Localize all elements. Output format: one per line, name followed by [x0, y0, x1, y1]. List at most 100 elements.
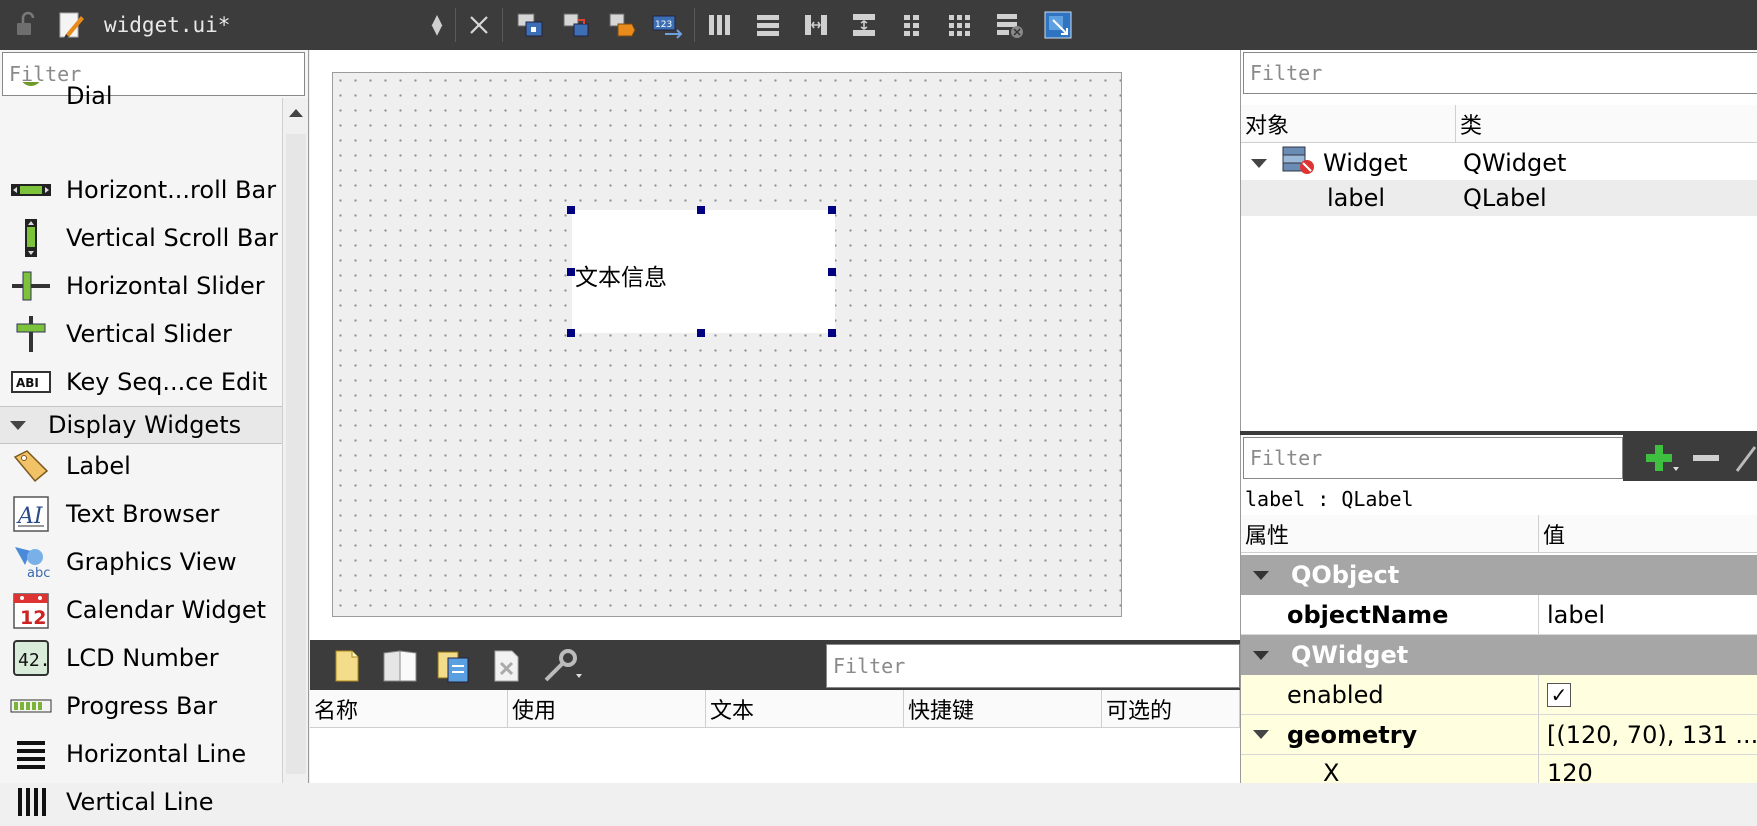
resize-handle-right[interactable] — [828, 268, 836, 276]
widget-item-calendar-widget[interactable]: 12 Calendar Widget — [0, 586, 282, 634]
svg-text:abc: abc — [27, 566, 50, 581]
resize-handle-bottom-left[interactable] — [567, 329, 575, 337]
vertical-line-icon — [8, 784, 54, 820]
x-value-field[interactable]: 120 — [1539, 755, 1757, 783]
remove-property-icon[interactable] — [1689, 441, 1723, 479]
resize-handle-top[interactable] — [697, 206, 705, 214]
svg-text:ABI: ABI — [16, 376, 39, 390]
property-category-qwidget[interactable]: QWidget — [1241, 635, 1757, 675]
geometry-value-field[interactable]: [(120, 70), 131 ... — [1539, 715, 1757, 755]
layout-horizontal-icon[interactable] — [702, 10, 738, 40]
copy-action-icon[interactable] — [380, 648, 420, 688]
edit-signals-slots-icon[interactable] — [556, 10, 596, 40]
label-text: 文本信息 — [575, 265, 667, 291]
close-file-icon[interactable] — [464, 10, 494, 40]
property-editor-panel: Filter label : QLabel 属性 值 QObject objec… — [1240, 435, 1757, 783]
file-switch-arrows-icon[interactable]: ▲ ▼ — [426, 10, 448, 40]
column-header-checkable[interactable]: 可选的 — [1102, 690, 1240, 728]
widget-box-scrollbar[interactable] — [282, 98, 308, 783]
action-filter-input[interactable]: Filter — [826, 644, 1240, 688]
action-editor-toolbar: Filter — [310, 640, 1240, 690]
property-row-x[interactable]: X 120 — [1241, 755, 1757, 783]
widget-item-horizontal-scroll-bar[interactable]: Horizont...roll Bar — [0, 166, 282, 214]
widget-item-vertical-scroll-bar[interactable]: Vertical Scroll Bar — [0, 214, 282, 262]
property-row-objectname[interactable]: objectName label — [1241, 595, 1757, 635]
widget-item-label[interactable]: Label — [0, 442, 282, 490]
resize-handle-left[interactable] — [567, 268, 575, 276]
property-category-qobject[interactable]: QObject — [1241, 555, 1757, 595]
edit-buddies-icon[interactable] — [602, 10, 642, 40]
horizontal-slider-icon — [8, 268, 54, 304]
column-header-used[interactable]: 使用 — [508, 690, 706, 728]
svg-text:12: 12 — [20, 607, 46, 629]
expand-arrow-icon[interactable] — [1253, 730, 1269, 739]
column-header-text[interactable]: 文本 — [706, 690, 904, 728]
lock-icon[interactable] — [10, 10, 44, 40]
layout-form-icon[interactable] — [894, 10, 930, 40]
horizontal-line-icon — [8, 736, 54, 772]
scroll-up-arrow-icon[interactable] — [283, 102, 309, 126]
selected-label-widget[interactable]: 文本信息 — [572, 210, 835, 333]
collapse-arrow-icon — [10, 420, 26, 430]
edit-widgets-icon[interactable] — [510, 10, 550, 40]
widget-item-horizontal-slider[interactable]: Horizontal Slider — [0, 262, 282, 310]
layout-horizontal-splitter-icon[interactable] — [798, 10, 834, 40]
layout-vertical-icon[interactable] — [750, 10, 786, 40]
svg-text:42.: 42. — [18, 650, 50, 671]
widget-item-text-browser[interactable]: AI Text Browser — [0, 490, 282, 538]
configure-property-icon[interactable] — [1731, 441, 1757, 479]
property-row-enabled[interactable]: enabled ✓ — [1241, 675, 1757, 715]
layout-vertical-splitter-icon[interactable] — [846, 10, 882, 40]
resize-handle-bottom[interactable] — [697, 329, 705, 337]
layout-grid-icon[interactable] — [942, 10, 978, 40]
widget-item-graphics-view[interactable]: abc Graphics View — [0, 538, 282, 586]
vertical-scroll-bar-icon — [8, 219, 54, 257]
form-widget-canvas[interactable] — [332, 72, 1122, 617]
collapse-arrow-icon — [1253, 650, 1269, 660]
widget-item-lcd-number[interactable]: 42. LCD Number — [0, 634, 282, 682]
widget-item-vertical-slider[interactable]: Vertical Slider — [0, 310, 282, 358]
widget-item-vertical-line[interactable]: Vertical Line — [0, 778, 282, 826]
resize-handle-bottom-right[interactable] — [828, 329, 836, 337]
progress-bar-icon — [8, 688, 54, 724]
objectname-value-field[interactable]: label — [1539, 595, 1757, 635]
add-property-icon[interactable] — [1641, 441, 1681, 479]
break-layout-icon[interactable] — [990, 10, 1030, 40]
svg-text:123: 123 — [655, 20, 672, 30]
column-header-shortcut[interactable]: 快捷键 — [904, 690, 1102, 728]
new-action-icon[interactable] — [330, 648, 364, 688]
calendar-icon: 12 — [8, 592, 54, 629]
property-filter-input[interactable]: Filter — [1243, 437, 1623, 479]
vertical-slider-icon — [8, 316, 54, 352]
object-filter-input[interactable]: Filter — [1243, 52, 1757, 94]
horizontal-scroll-bar-icon — [8, 172, 54, 208]
scrollbar-thumb[interactable] — [286, 134, 306, 774]
column-header-property[interactable]: 属性 — [1241, 515, 1539, 553]
widget-item-key-sequence-edit[interactable]: ABI Key Seq...ce Edit — [0, 358, 282, 406]
widget-item-horizontal-line[interactable]: Horizontal Line — [0, 730, 282, 778]
lcd-number-icon: 42. — [8, 640, 54, 676]
enabled-checkbox[interactable]: ✓ — [1547, 682, 1571, 707]
resize-handle-top-right[interactable] — [828, 206, 836, 214]
delete-action-icon[interactable] — [490, 648, 524, 688]
widget-item-dial[interactable]: Dial — [0, 82, 282, 104]
svg-text:AI: AI — [16, 504, 44, 529]
widget-item-progress-bar[interactable]: Progress Bar — [0, 682, 282, 730]
column-header-value[interactable]: 值 — [1539, 515, 1757, 553]
adjust-size-icon[interactable] — [1038, 10, 1078, 40]
text-browser-icon: AI — [8, 496, 54, 532]
tree-row-label[interactable]: label QLabel — [1241, 180, 1757, 216]
tree-row-widget[interactable]: Widget QWidget — [1241, 145, 1757, 181]
paste-action-icon[interactable] — [434, 648, 472, 688]
edit-tab-order-icon[interactable]: 123 — [648, 10, 688, 40]
object-inspector-panel: Filter 对象 类 Widget QWidget label QLabel — [1240, 50, 1757, 433]
category-display-widgets[interactable]: Display Widgets — [0, 406, 282, 444]
configure-action-icon[interactable] — [542, 648, 586, 688]
expand-arrow-icon — [1251, 158, 1267, 168]
property-toolbar — [1623, 435, 1757, 481]
resize-handle-top-left[interactable] — [567, 206, 575, 214]
property-row-geometry[interactable]: geometry [(120, 70), 131 ... — [1241, 715, 1757, 755]
column-header-name[interactable]: 名称 — [310, 690, 508, 728]
column-header-class[interactable]: 类 — [1456, 105, 1757, 143]
column-header-object[interactable]: 对象 — [1241, 105, 1456, 143]
